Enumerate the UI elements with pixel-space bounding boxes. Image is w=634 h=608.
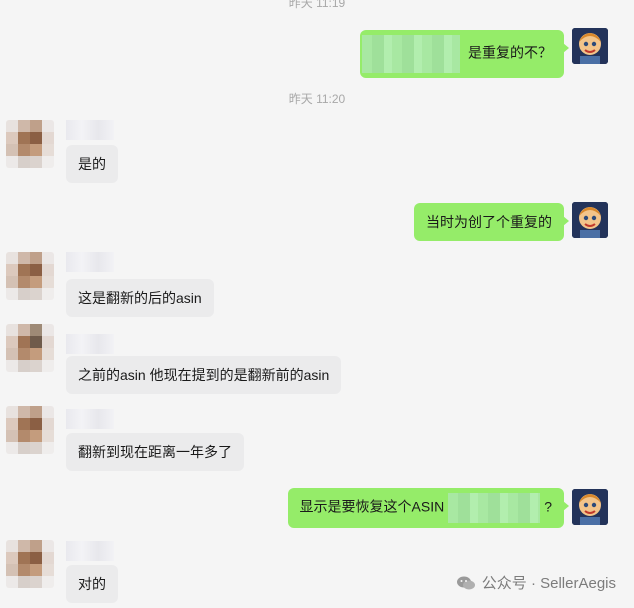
message-bubble-out[interactable]: 是重复的不？ (360, 30, 569, 78)
sender-name-redacted (66, 541, 114, 561)
pixelated-avatar (6, 540, 54, 588)
message-bubble-in[interactable]: 是的 (66, 145, 118, 183)
sender-name-redacted (66, 120, 114, 140)
contact-avatar[interactable] (6, 540, 54, 588)
watermark: 公众号 · SellerAegis (456, 572, 616, 593)
contact-avatar[interactable] (6, 120, 54, 168)
message-text: 显示是要恢复这个ASIN (299, 498, 445, 515)
watermark-text: 公众号 · SellerAegis (481, 575, 616, 592)
redacted-text (362, 35, 461, 73)
message-bubble-in[interactable]: 之前的asin 他现在提到的是翻新前的asin (66, 356, 342, 394)
pixelated-avatar (6, 406, 54, 454)
pixelated-avatar (6, 120, 54, 168)
message-bubble-in[interactable]: 这是翻新的后的asin (66, 279, 214, 317)
pixelated-avatar (6, 252, 54, 300)
pixelated-avatar (6, 324, 54, 372)
sender-name-redacted (66, 409, 114, 429)
contact-avatar[interactable] (6, 252, 54, 300)
sender-name-redacted (66, 334, 114, 354)
cartoon-avatar-icon (572, 202, 608, 238)
contact-avatar[interactable] (6, 406, 54, 454)
self-avatar[interactable] (572, 28, 608, 64)
cartoon-avatar-icon (572, 28, 608, 64)
message-text: ? (544, 498, 552, 515)
message-bubble-out[interactable]: 当时为创了个重复的 (414, 203, 569, 241)
redacted-text (448, 493, 541, 523)
message-bubble-out[interactable]: 显示是要恢复这个ASIN? (287, 488, 570, 528)
self-avatar[interactable] (572, 489, 608, 525)
message-bubble-in[interactable]: 对的 (66, 565, 118, 603)
cartoon-avatar-icon (572, 489, 608, 525)
timestamp: 昨天 11:20 (288, 92, 346, 106)
message-bubble-in[interactable]: 翻新到现在距离一年多了 (66, 433, 244, 471)
wechat-icon (456, 576, 475, 589)
timestamp: 昨天 11:19 (288, 0, 346, 10)
message-text: 是重复的不？ (468, 44, 552, 61)
self-avatar[interactable] (572, 202, 608, 238)
contact-avatar[interactable] (6, 324, 54, 372)
sender-name-redacted (66, 252, 114, 272)
